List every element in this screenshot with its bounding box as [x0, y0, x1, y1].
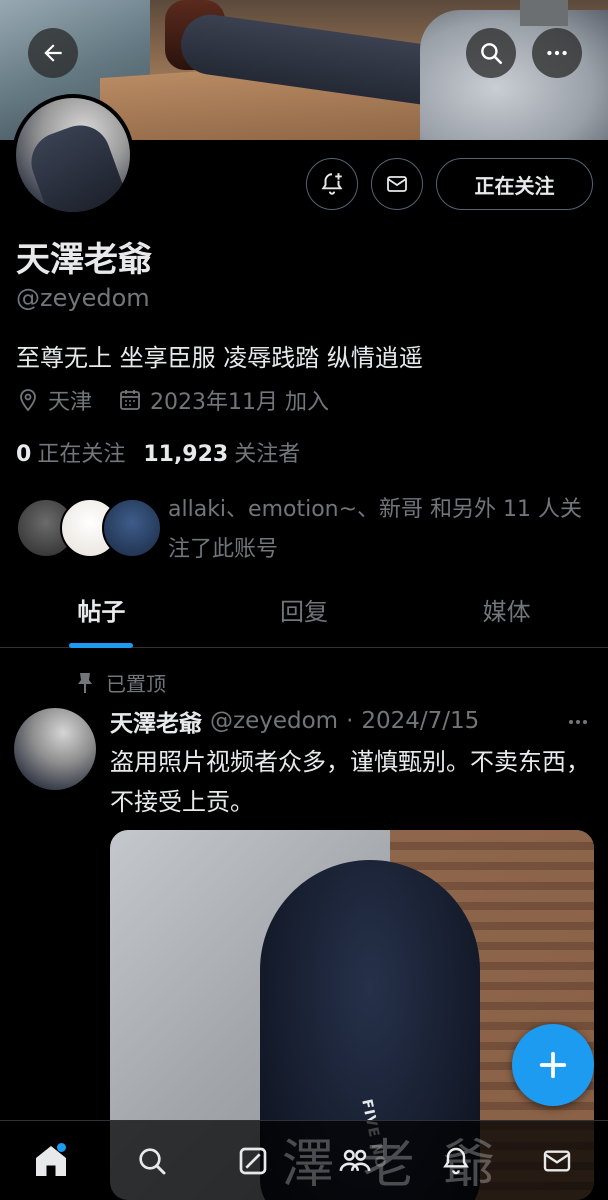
followed-by-row[interactable]: allaki、emotion~、新哥 和另外 11 人关注了此账号	[16, 490, 596, 570]
bell-plus-icon	[321, 173, 343, 195]
profile-location: 天津	[16, 384, 92, 416]
nav-home[interactable]	[21, 1131, 81, 1191]
post-author-avatar[interactable]	[14, 708, 96, 790]
avatar-figure	[23, 117, 129, 212]
following-label: 正在关注	[37, 442, 126, 467]
post-header: 天澤老爺 @zeyedom · 2024/7/15	[110, 704, 600, 738]
following-button[interactable]: 正在关注	[436, 158, 593, 210]
following-count: 0	[16, 442, 32, 467]
followers-count: 11,923	[143, 442, 229, 467]
mail-icon	[387, 176, 407, 192]
tab-replies[interactable]: 回复	[203, 586, 406, 647]
profile-bio: 至尊无上 坐享臣服 凌辱践踏 纵情逍遥	[16, 344, 423, 372]
followed-by-text: allaki、emotion~、新哥 和另外 11 人关注了此账号	[168, 497, 583, 562]
grok-icon	[239, 1147, 267, 1174]
more-horizontal-icon	[569, 720, 587, 724]
notify-button[interactable]	[306, 158, 358, 210]
following-stat[interactable]: 0 正在关注	[16, 436, 125, 468]
search-button[interactable]	[466, 28, 516, 78]
nav-grok[interactable]	[223, 1131, 283, 1191]
post-more-button[interactable]	[566, 710, 590, 740]
arrow-left-icon	[44, 44, 62, 62]
compose-button[interactable]	[512, 1024, 594, 1106]
pinned-indicator: 已置顶	[76, 668, 166, 697]
profile-stats: 0 正在关注 11,923 关注者	[16, 436, 300, 468]
watermark-text: 澤 老 爺	[282, 1135, 502, 1195]
search-icon	[139, 1147, 166, 1174]
message-button[interactable]	[371, 158, 423, 210]
post-text: 盗用照片视频者众多，谨慎甄别。不卖东西，不接受上贡。	[110, 748, 590, 816]
nav-search[interactable]	[122, 1131, 182, 1191]
profile-name: 天澤老爺	[16, 240, 152, 280]
joined-text: 2023年11月 加入	[150, 390, 329, 415]
back-button[interactable]	[28, 28, 78, 78]
banner-person	[420, 10, 608, 140]
post-author-name[interactable]: 天澤老爺	[110, 704, 202, 738]
notification-dot	[56, 1142, 66, 1152]
calendar-icon	[120, 390, 140, 410]
post-date[interactable]: 2024/7/15	[361, 708, 479, 734]
followers-stat[interactable]: 11,923 关注者	[143, 436, 300, 468]
pin-icon	[78, 672, 92, 693]
location-text: 天津	[48, 390, 93, 415]
more-horizontal-icon	[547, 50, 567, 56]
tab-media[interactable]: 媒体	[405, 586, 608, 647]
plus-icon	[539, 1051, 567, 1079]
pinned-label: 已置顶	[106, 672, 166, 696]
search-icon	[481, 43, 503, 65]
post-separator: ·	[346, 708, 354, 734]
nav-messages[interactable]	[527, 1131, 587, 1191]
followers-label: 关注者	[234, 442, 301, 467]
profile-tabs: 帖子 回复 媒体	[0, 586, 608, 648]
profile-avatar[interactable]	[12, 94, 134, 216]
post-author-handle[interactable]: @zeyedom	[210, 708, 338, 734]
follower-avatar	[102, 498, 162, 558]
more-button[interactable]	[532, 28, 582, 78]
location-pin-icon	[20, 389, 36, 412]
profile-joined: 2023年11月 加入	[118, 384, 329, 416]
tab-posts[interactable]: 帖子	[0, 586, 203, 648]
messages-icon	[544, 1149, 571, 1172]
profile-handle: @zeyedom	[16, 284, 150, 312]
banner-censor-block	[520, 0, 568, 26]
